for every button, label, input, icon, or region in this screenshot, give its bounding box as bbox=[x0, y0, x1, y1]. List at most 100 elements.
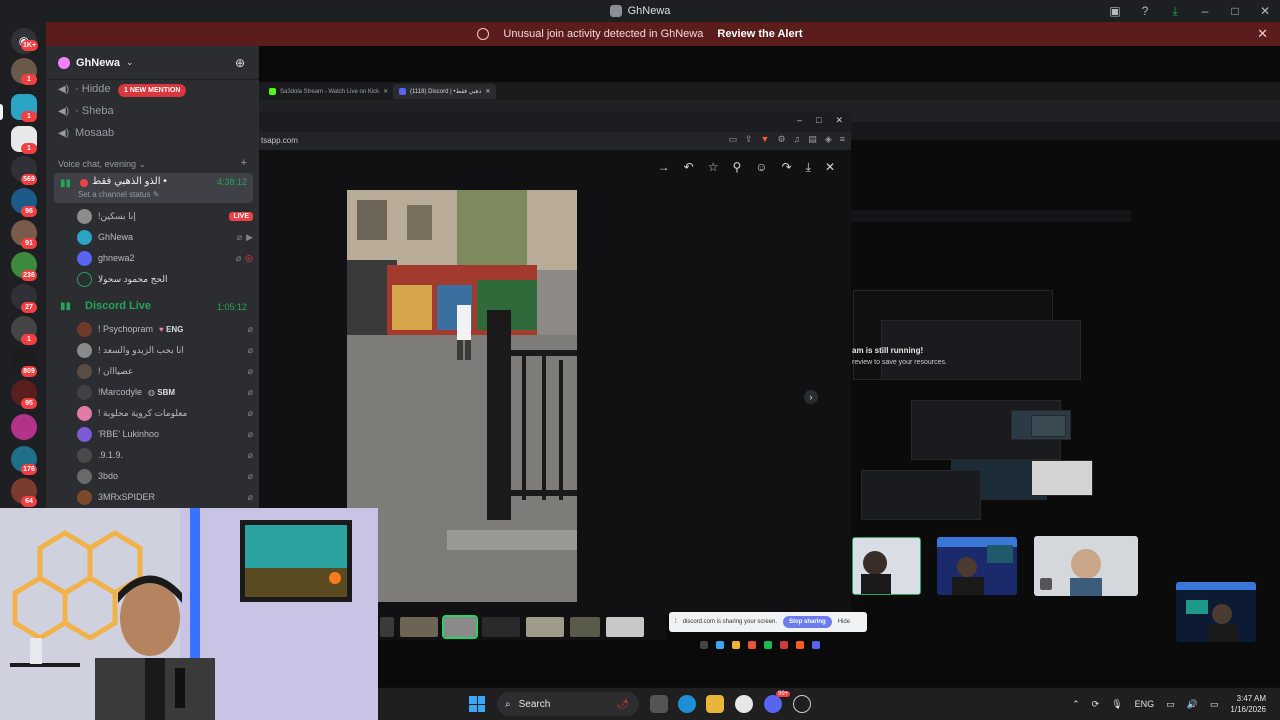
microphone-icon[interactable]: 🎙 bbox=[1111, 699, 1122, 710]
chevron-up-icon[interactable]: ⌃ bbox=[1072, 699, 1080, 710]
voice-member[interactable]: ! عصيااان ⌀ bbox=[77, 362, 253, 380]
media-thumbnail[interactable] bbox=[482, 617, 520, 637]
close-tab-icon[interactable]: ✕ bbox=[383, 88, 388, 95]
media-thumbnail-selected[interactable] bbox=[442, 615, 478, 639]
taskbar-app-icon bbox=[780, 641, 788, 649]
participant-cam[interactable] bbox=[1034, 536, 1138, 596]
screenshot-icon[interactable]: ▭ bbox=[728, 134, 737, 145]
chrome-icon[interactable] bbox=[735, 695, 753, 713]
deafened-icon: ◎ bbox=[245, 252, 253, 263]
add-channel-icon[interactable]: + bbox=[241, 157, 247, 169]
close-window-button[interactable]: ✕ bbox=[835, 115, 843, 126]
new-mention-badge[interactable]: 1 NEW MENTION bbox=[118, 84, 187, 97]
maximize-button[interactable]: □ bbox=[816, 115, 821, 126]
server-icon[interactable] bbox=[11, 414, 37, 440]
menu-icon[interactable]: ≡ bbox=[840, 134, 845, 145]
voice-member[interactable]: الحج محمود سحولا bbox=[77, 270, 253, 288]
guild-header[interactable]: GhNewa ⌄ ⊕ bbox=[46, 46, 259, 80]
minimize-button[interactable]: – bbox=[1198, 4, 1212, 18]
participant-cam[interactable] bbox=[852, 537, 921, 595]
media-thumbnail[interactable] bbox=[380, 617, 394, 637]
voice-member[interactable]: ! معلومات كروية محلوبة ⌀ bbox=[77, 404, 253, 422]
voice-member[interactable]: 3MRxSPIDER ⌀ bbox=[77, 488, 253, 506]
avatar bbox=[77, 229, 92, 245]
channel-hidde[interactable]: ◀) · Hidde bbox=[58, 80, 111, 98]
inner-tab-discord[interactable]: (1118) Discord | •ذهبي فقط ✕ bbox=[393, 84, 497, 99]
share-forward-icon[interactable]: ↷ bbox=[782, 160, 792, 175]
obs-icon[interactable] bbox=[793, 695, 811, 713]
hide-button[interactable]: Hide bbox=[838, 619, 850, 625]
invite-people-icon[interactable]: ⊕ bbox=[235, 56, 245, 70]
edge-icon[interactable] bbox=[678, 695, 696, 713]
voice-member[interactable]: !إنا بسكين LIVE bbox=[77, 207, 253, 225]
voice-member[interactable]: !Marcodyle ◍ SBM ⌀ bbox=[77, 383, 253, 401]
language-indicator[interactable]: ENG bbox=[1135, 699, 1155, 709]
next-media-button[interactable]: › bbox=[804, 390, 818, 404]
media-thumbnail[interactable] bbox=[606, 617, 644, 637]
drag-handle-icon[interactable]: ⁞ bbox=[675, 619, 677, 625]
channel-sheba[interactable]: ◀) · Sheba bbox=[58, 102, 114, 120]
star-icon[interactable]: ☆ bbox=[708, 160, 719, 175]
forward-icon[interactable]: → bbox=[658, 160, 670, 175]
volume-icon[interactable]: 🔊 bbox=[1187, 699, 1198, 710]
voice-member[interactable]: ! انا بحب الزيدو والسعد ⌀ bbox=[77, 341, 253, 359]
channel-name: · Sheba bbox=[75, 105, 114, 117]
help-icon[interactable]: ? bbox=[1138, 4, 1152, 18]
discord-icon[interactable] bbox=[764, 695, 782, 713]
voice-member[interactable]: ghnewa2 ⌀ ◎ bbox=[77, 249, 253, 267]
download-icon[interactable]: ⤓ bbox=[1168, 4, 1182, 19]
emoji-icon[interactable]: ☺ bbox=[755, 160, 767, 175]
voice-member[interactable]: 'RBE' Lukinhoo ⌀ bbox=[77, 425, 253, 443]
category-voice-chat[interactable]: Voice chat, evening ⌄ bbox=[58, 159, 146, 170]
close-alert-icon[interactable]: ✕ bbox=[1257, 26, 1268, 42]
sidebar-icon[interactable]: ▤ bbox=[808, 134, 817, 145]
reply-icon[interactable]: ↶ bbox=[684, 160, 694, 175]
unread-badge: 176 bbox=[21, 464, 37, 475]
close-window-button[interactable]: ✕ bbox=[1258, 4, 1272, 18]
maximize-button[interactable]: □ bbox=[1228, 4, 1242, 18]
url-text[interactable]: tsapp.com bbox=[261, 136, 298, 145]
battery-icon[interactable]: ▭ bbox=[1210, 699, 1219, 710]
participant-cam[interactable] bbox=[937, 537, 1017, 595]
voice-member[interactable]: ! Psychopram ♥ ENG ⌀ bbox=[77, 320, 253, 338]
inner-tab-kick[interactable]: Sa3dola Stream - Watch Live on Kick ✕ bbox=[263, 84, 394, 99]
file-explorer-icon[interactable] bbox=[706, 695, 724, 713]
pin-icon[interactable]: ⚲ bbox=[733, 160, 742, 175]
windows-start-icon[interactable] bbox=[469, 696, 485, 712]
media-thumbnail[interactable] bbox=[570, 617, 600, 637]
brave-icon[interactable]: ▼ bbox=[761, 134, 770, 145]
channel-status[interactable]: Set a channel status ✎ bbox=[78, 190, 159, 199]
muted-icon: ⌀ bbox=[247, 407, 253, 418]
voice-member[interactable]: .9.1.9. ⌀ bbox=[77, 446, 253, 464]
search-highlight-icon: 🌶 bbox=[616, 698, 629, 710]
channel-mosaab[interactable]: ◀) Mosaab bbox=[58, 124, 114, 142]
media-thumbnail-strip bbox=[378, 614, 666, 640]
minimize-button[interactable]: – bbox=[797, 115, 802, 126]
inbox-icon[interactable]: ▣ bbox=[1108, 4, 1122, 18]
close-viewer-icon[interactable]: ✕ bbox=[825, 160, 835, 175]
share-icon[interactable]: ⇪ bbox=[745, 134, 753, 145]
music-icon[interactable]: ♫ bbox=[794, 134, 801, 145]
taskbar-clock[interactable]: 3:47 AM 1/16/2026 bbox=[1230, 693, 1266, 715]
media-thumbnail[interactable] bbox=[400, 617, 438, 637]
stop-sharing-button[interactable]: Stop sharing bbox=[783, 616, 832, 628]
participant-cam[interactable] bbox=[1176, 582, 1256, 642]
extension-icon[interactable]: ⚙ bbox=[777, 134, 785, 145]
download-icon[interactable]: ⤓ bbox=[806, 160, 811, 175]
voice-member[interactable]: GhNewa ⌀ ▶ bbox=[77, 228, 253, 246]
task-view-icon[interactable] bbox=[650, 695, 668, 713]
taskbar-search[interactable]: ⌕ Search 🌶 bbox=[497, 692, 639, 716]
media-thumbnail[interactable] bbox=[526, 617, 564, 637]
deafened-icon: ⌀ bbox=[236, 231, 243, 242]
wallet-icon[interactable]: ◈ bbox=[825, 134, 832, 145]
voice-member[interactable]: 3bdo ⌀ bbox=[77, 467, 253, 485]
voice-channel-active[interactable]: ▮▮ الذو الذهبي فقط • 4:38:12 Set a chann… bbox=[54, 173, 253, 203]
close-tab-icon[interactable]: ✕ bbox=[485, 88, 490, 95]
voice-channel-discord-live[interactable]: ▮▮ Discord Live 1:05:12 bbox=[54, 298, 253, 318]
review-alert-link[interactable]: Review the Alert bbox=[717, 28, 802, 40]
speaker-icon: ◀) bbox=[58, 127, 70, 139]
avatar bbox=[77, 271, 92, 287]
sync-icon[interactable]: ⟳ bbox=[1092, 699, 1100, 710]
network-icon[interactable]: ▭ bbox=[1166, 699, 1175, 710]
unread-badge: 1 bbox=[21, 143, 37, 154]
